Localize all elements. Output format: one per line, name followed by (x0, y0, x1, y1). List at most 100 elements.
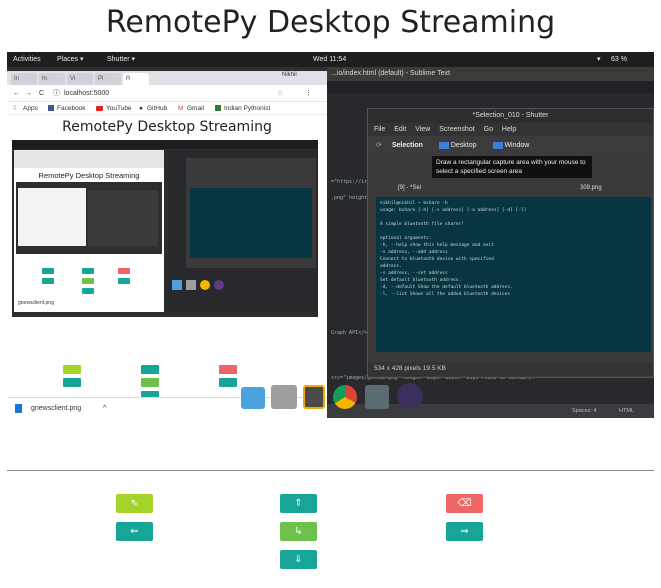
menu-help: Help (501, 126, 517, 133)
dock-sublime-icon (303, 385, 325, 409)
left-button[interactable]: ⇐ (116, 522, 153, 541)
dock-download-icon (241, 387, 265, 409)
up-left-button[interactable]: ⇖ (116, 494, 153, 513)
status-spaces: Spaces: 4 (572, 408, 597, 414)
apps-icon: ⁞⁞ (13, 105, 17, 112)
terminal-line: address. (380, 264, 402, 269)
shutter-window: *Selection_010 - Shutter File Edit View … (367, 108, 654, 378)
code-line: Graph API</> (331, 330, 368, 336)
gmail-icon: M (178, 105, 184, 112)
back-icon: ← (13, 90, 20, 97)
menu-screenshot: Screenshot (439, 126, 475, 133)
toolbar-window: Window (504, 142, 530, 149)
youtube-icon (96, 106, 103, 111)
dock-terminal-icon (365, 385, 389, 409)
info-icon: ⓘ (53, 90, 60, 97)
enter-button[interactable]: ↳ (280, 522, 317, 541)
bookmark-facebook: Facebook (57, 105, 86, 112)
preview-upleft-button (63, 365, 81, 374)
desktop-icon (438, 141, 449, 149)
chevron-up-icon: ^ (103, 405, 107, 412)
shutter-menu: Shutter ▾ (107, 56, 136, 63)
right-button[interactable]: ⇒ (446, 522, 483, 541)
terminal-line: -l, --list Shows all the added bluetooth… (380, 292, 511, 297)
nested-mini-button (82, 268, 94, 274)
terminal-line: Connect to bluetooth device with specifi… (380, 257, 494, 262)
window-icon (492, 141, 503, 149)
nested-browser-chrome (14, 150, 164, 168)
star-icon: ☆ (277, 90, 284, 97)
status-language: HTML (619, 408, 634, 414)
preview-right-button (219, 378, 237, 387)
battery-label: 63 % (611, 56, 627, 63)
preview-enter-button (141, 378, 159, 387)
tooltip: Draw a rectangular capture area with you… (432, 156, 592, 178)
nested-dock-icon (172, 280, 182, 290)
browser-tab-strip: In In Vi Pi R Nikhil (7, 71, 327, 85)
nested-title: RemotePy Desktop Streaming (38, 171, 140, 180)
bookmarks-bar: ⁞⁞ Apps Facebook YouTube ● GitHub M Gmai… (7, 102, 327, 115)
download-filename: gnewsclient.png (31, 405, 82, 412)
code-line: ="https://ir (331, 179, 368, 185)
nested-dock-icon (186, 280, 196, 290)
page-title: RemotePy Desktop Streaming (105, 5, 556, 40)
terminal-line: -d, --default Show the default bluetooth… (380, 285, 513, 290)
toolbar-desktop: Desktop (450, 142, 477, 149)
nested-topbar (12, 140, 318, 149)
dock-chrome-icon (333, 385, 357, 409)
menu-icon: ⋮ (305, 90, 312, 97)
pythonist-icon (215, 105, 221, 111)
desktop-stream-image[interactable]: Activities Places ▾ Shutter ▾ Wed 11:54 … (7, 52, 654, 418)
wifi-icon: ▾ (597, 56, 601, 63)
nested-shutter (186, 158, 316, 268)
backspace-button[interactable]: ⌫ (446, 494, 483, 513)
bookmark-youtube: YouTube (106, 105, 132, 112)
nested-download: gnewsclient.png (18, 300, 54, 306)
browser-tab: In (39, 73, 65, 85)
github-icon: ● (139, 105, 143, 112)
shutter-tab-label: [9] - *Sel (398, 185, 422, 191)
browser-tab: Pi (95, 73, 121, 85)
browser-tab: Vi (67, 73, 93, 85)
preview-backspace-button (219, 365, 237, 374)
browser-tab-active: R (123, 73, 149, 85)
refresh-icon: ⟳ (376, 142, 382, 149)
nested-dock-icon (200, 280, 210, 290)
forward-icon: → (25, 90, 32, 97)
terminal-line: nikhil@nikhil ~ bshare -h (380, 201, 448, 206)
terminal-preview: nikhil@nikhil ~ bshare -h usage: bshare … (376, 197, 651, 352)
browser-tab: In (11, 73, 37, 85)
profile-name: Nikhil (282, 72, 297, 78)
activities-label: Activities (13, 56, 41, 63)
bookmark-gmail: Gmail (187, 105, 204, 112)
bookmark-github: GitHub (147, 105, 168, 112)
dock-shutter-icon (397, 383, 423, 409)
nested-mini-button (118, 278, 130, 284)
dock-files-icon (271, 385, 297, 409)
section-divider (7, 470, 654, 471)
terminal-line: A simple bluetooth file sharer! (380, 222, 464, 227)
places-menu: Places ▾ (57, 56, 84, 63)
shutter-status: 534 x 428 pixels 19.5 KB (368, 362, 653, 376)
menu-file: File (374, 126, 386, 133)
nested-browser: RemotePy Desktop Streaming gnewsclient.p… (14, 150, 164, 312)
deeper-browser (18, 188, 86, 246)
menu-go: Go (483, 126, 493, 133)
down-button[interactable]: ⇓ (280, 550, 317, 569)
terminal-line: Set default bluetooth address. (380, 278, 462, 283)
file-icon (15, 404, 22, 413)
nested-desktop (168, 150, 318, 312)
desktop-area: ...io/index.html (default) - Sublime Tex… (7, 67, 654, 418)
nested-mini-button (82, 278, 94, 284)
clock: Wed 11:54 (313, 56, 347, 63)
up-button[interactable]: ⇑ (280, 494, 317, 513)
nested-terminal (190, 188, 312, 258)
shutter-toolbar: ⟳ Selection Desktop Window (368, 136, 653, 156)
address-bar: ← → C ⓘ localhost:5000 ☆ ⋮ (7, 85, 327, 102)
reload-icon: C (39, 90, 45, 97)
gnome-top-bar: Activities Places ▾ Shutter ▾ Wed 11:54 … (7, 52, 654, 67)
preview-left-button (63, 378, 81, 387)
code-line: .png" height= (331, 195, 371, 201)
nested-dock-icon (214, 280, 224, 290)
preview-up-button (141, 365, 159, 374)
